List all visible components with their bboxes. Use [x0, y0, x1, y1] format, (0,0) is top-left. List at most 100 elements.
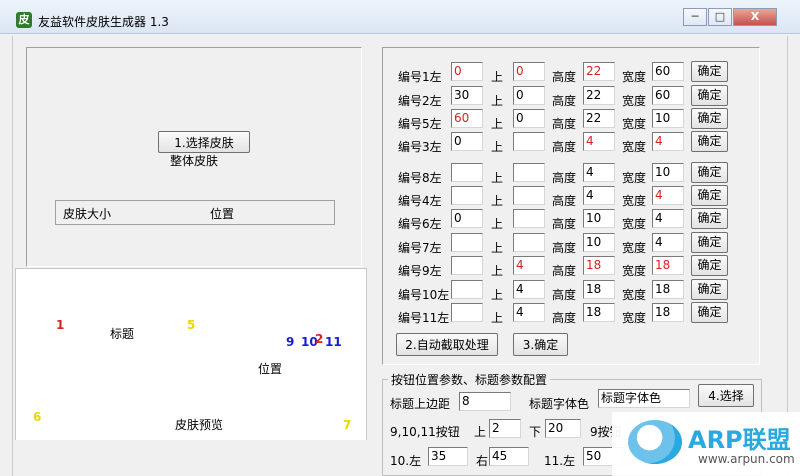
- row-left-input[interactable]: [451, 256, 483, 275]
- row-left-input[interactable]: 0: [451, 209, 483, 228]
- row-label: 编号7左: [398, 241, 442, 255]
- row-left-input[interactable]: 60: [451, 109, 483, 128]
- row-confirm-button[interactable]: 确定: [691, 108, 728, 129]
- minimize-button[interactable]: ─: [683, 8, 707, 26]
- watermark-brand: ARP联盟: [688, 426, 791, 454]
- row-confirm-button[interactable]: 确定: [691, 162, 728, 183]
- row-width-label: 宽度: [622, 171, 647, 185]
- row-confirm-button[interactable]: 确定: [691, 85, 728, 106]
- row-width-input[interactable]: 4: [652, 233, 684, 252]
- row-height-label: 高度: [552, 311, 577, 325]
- left-10-label: 10.左: [390, 454, 422, 468]
- row-confirm-button[interactable]: 确定: [691, 232, 728, 253]
- up-label: 上: [474, 425, 487, 439]
- row-width-label: 宽度: [622, 70, 647, 84]
- row-left-input[interactable]: [451, 233, 483, 252]
- row-top-input[interactable]: [513, 186, 545, 205]
- params-group-title: 按钮位置参数、标题参数配置: [388, 371, 551, 388]
- auto-process-button[interactable]: 2.自动截取处理: [396, 333, 498, 356]
- marker-5: 5: [187, 318, 196, 332]
- row-confirm-button[interactable]: 确定: [691, 255, 728, 276]
- row-confirm-button[interactable]: 确定: [691, 302, 728, 323]
- row-width-input[interactable]: 4: [652, 186, 684, 205]
- down-input[interactable]: 20: [545, 419, 581, 438]
- row-top-input[interactable]: 4: [513, 256, 545, 275]
- row-height-label: 高度: [552, 241, 577, 255]
- row-width-input[interactable]: 4: [652, 132, 684, 151]
- row-width-label: 宽度: [622, 140, 647, 154]
- skin-preview-area: [15, 268, 367, 440]
- row-width-input[interactable]: 18: [652, 256, 684, 275]
- close-button[interactable]: X: [733, 8, 777, 26]
- row-top-input[interactable]: 4: [513, 280, 545, 299]
- row-top-label: 上: [491, 70, 504, 84]
- maximize-button[interactable]: □: [708, 8, 732, 26]
- row-left-input[interactable]: 0: [451, 62, 483, 81]
- row-left-input[interactable]: [451, 163, 483, 182]
- row-height-label: 高度: [552, 117, 577, 131]
- row-top-input[interactable]: 0: [513, 86, 545, 105]
- row-confirm-button[interactable]: 确定: [691, 61, 728, 82]
- row-confirm-button[interactable]: 确定: [691, 185, 728, 206]
- row-left-input[interactable]: [451, 303, 483, 322]
- row-height-input[interactable]: 4: [583, 186, 615, 205]
- right-input[interactable]: 45: [489, 447, 529, 466]
- row-height-input[interactable]: 10: [583, 209, 615, 228]
- row-top-input[interactable]: [513, 209, 545, 228]
- title-font-color-input[interactable]: 标题字体色: [598, 389, 690, 408]
- row-width-input[interactable]: 60: [652, 86, 684, 105]
- row-width-input[interactable]: 4: [652, 209, 684, 228]
- row-top-input[interactable]: 4: [513, 303, 545, 322]
- select-skin-button[interactable]: 1.选择皮肤: [158, 131, 250, 153]
- row-left-input[interactable]: [451, 280, 483, 299]
- row-left-input[interactable]: 0: [451, 132, 483, 151]
- row-height-label: 高度: [552, 171, 577, 185]
- row-height-input[interactable]: 22: [583, 62, 615, 81]
- row-width-input[interactable]: 60: [652, 62, 684, 81]
- row-width-input[interactable]: 18: [652, 280, 684, 299]
- skin-size-label: 皮肤大小: [63, 207, 112, 221]
- row-label: 编号6左: [398, 217, 442, 231]
- row-width-label: 宽度: [622, 94, 647, 108]
- row-left-input[interactable]: 30: [451, 86, 483, 105]
- row-label: 编号8左: [398, 171, 442, 185]
- row-width-label: 宽度: [622, 241, 647, 255]
- row-top-input[interactable]: [513, 132, 545, 151]
- row-label: 编号11左: [398, 311, 450, 325]
- row-width-label: 宽度: [622, 264, 647, 278]
- title-font-color-label: 标题字体色: [529, 397, 590, 411]
- row-confirm-button[interactable]: 确定: [691, 131, 728, 152]
- title-bar: 皮 友益软件皮肤生成器 1.3 ─ □ X: [0, 0, 800, 34]
- row-height-input[interactable]: 10: [583, 233, 615, 252]
- title-top-margin-label: 标题上边距: [390, 397, 451, 411]
- row-height-input[interactable]: 4: [583, 132, 615, 151]
- marker-11: 11: [325, 335, 342, 349]
- row-top-input[interactable]: [513, 163, 545, 182]
- skin-preview-label: 皮肤预览: [175, 418, 224, 432]
- row-width-input[interactable]: 10: [652, 163, 684, 182]
- whole-skin-label: 整体皮肤: [170, 154, 219, 168]
- row-height-input[interactable]: 18: [583, 280, 615, 299]
- row-confirm-button[interactable]: 确定: [691, 208, 728, 229]
- row-width-input[interactable]: 10: [652, 109, 684, 128]
- confirm-3-button[interactable]: 3.确定: [513, 333, 568, 356]
- row-height-input[interactable]: 22: [583, 109, 615, 128]
- row-height-input[interactable]: 22: [583, 86, 615, 105]
- row-top-input[interactable]: 0: [513, 109, 545, 128]
- select-4-button[interactable]: 4.选择: [698, 384, 754, 407]
- row-top-label: 上: [491, 288, 504, 302]
- row-confirm-button[interactable]: 确定: [691, 279, 728, 300]
- left-10-input[interactable]: 35: [428, 447, 468, 466]
- row-top-label: 上: [491, 311, 504, 325]
- left-11-label: 11.左: [544, 454, 576, 468]
- title-top-margin-input[interactable]: 8: [459, 392, 511, 411]
- row-top-input[interactable]: [513, 233, 545, 252]
- row-height-input[interactable]: 18: [583, 303, 615, 322]
- up-input[interactable]: 2: [489, 419, 521, 438]
- down-label: 下: [529, 425, 542, 439]
- row-height-input[interactable]: 18: [583, 256, 615, 275]
- row-height-input[interactable]: 4: [583, 163, 615, 182]
- row-width-input[interactable]: 18: [652, 303, 684, 322]
- row-left-input[interactable]: [451, 186, 483, 205]
- row-top-input[interactable]: 0: [513, 62, 545, 81]
